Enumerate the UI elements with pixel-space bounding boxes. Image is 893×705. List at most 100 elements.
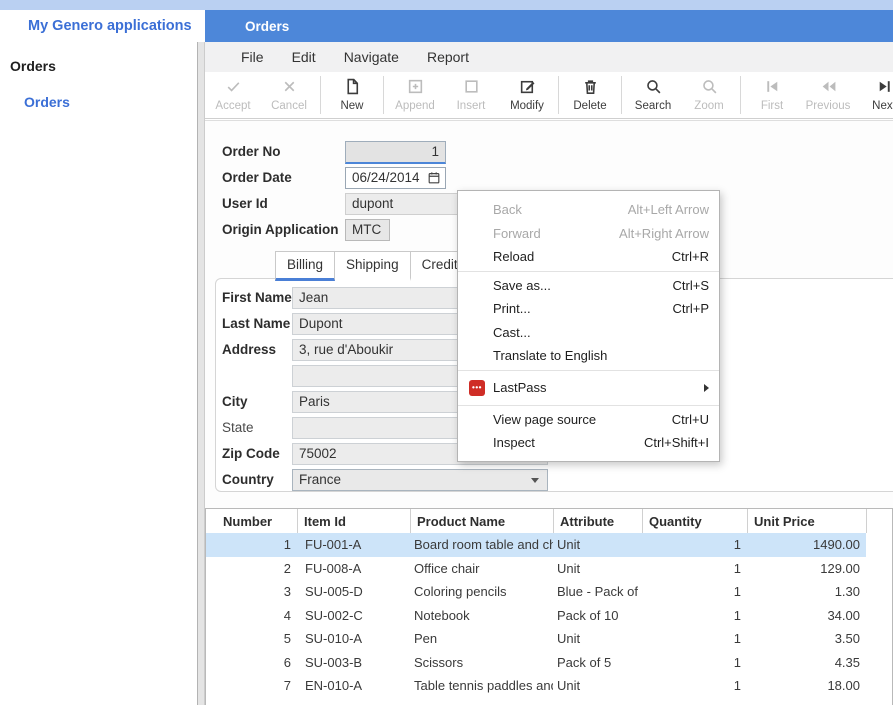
table-row[interactable]: 6SU-003-BScissorsPack of 514.35 xyxy=(206,651,866,675)
table-row[interactable]: 1FU-001-ABoard room table and chUnit1149… xyxy=(206,533,866,557)
last-name-label: Last Name xyxy=(222,313,290,335)
country-value: France xyxy=(299,470,531,490)
tab-billing[interactable]: Billing xyxy=(275,251,335,281)
context-menu-item-view-page-source[interactable]: View page sourceCtrl+U xyxy=(458,408,719,432)
toolbar-button-label: New xyxy=(340,100,363,112)
search-magnifier-icon xyxy=(645,78,662,98)
append-button: Append xyxy=(387,78,443,112)
column-header-quantity[interactable]: Quantity xyxy=(642,509,747,533)
column-header-unit-price[interactable]: Unit Price xyxy=(747,509,866,533)
delete-button[interactable]: Delete xyxy=(562,78,618,112)
xmark-icon xyxy=(281,78,298,98)
new-button[interactable]: New xyxy=(324,78,380,112)
menu-item-shortcut: Ctrl+S xyxy=(673,278,709,293)
cell-product-name: Coloring pencils xyxy=(410,584,553,599)
toolbar-separator xyxy=(320,76,321,114)
sidebar-splitter[interactable] xyxy=(197,42,205,705)
cell-number: 6 xyxy=(206,655,297,670)
previous-button: Previous xyxy=(800,78,856,112)
menu-item-shortcut: Ctrl+U xyxy=(672,412,709,427)
toolbar-separator xyxy=(740,76,741,114)
app-screen: My Genero applications Orders Orders Ord… xyxy=(0,0,893,705)
table-header: NumberItem IdProduct NameAttributeQuanti… xyxy=(206,509,892,533)
context-menu-item-save-as[interactable]: Save as...Ctrl+S xyxy=(458,274,719,298)
next-record-icon xyxy=(876,78,893,98)
address-label: Address xyxy=(222,339,276,361)
context-menu-item-back: BackAlt+Left Arrow xyxy=(458,198,719,222)
append-plus-icon xyxy=(407,78,424,98)
cell-number: 3 xyxy=(206,584,297,599)
column-header-number[interactable]: Number xyxy=(206,509,297,533)
next-button[interactable]: Next xyxy=(856,78,893,112)
modify-pencil-icon xyxy=(519,78,536,98)
toolbar: AcceptCancelNewAppendInsertModifyDeleteS… xyxy=(205,72,893,119)
menu-file[interactable]: File xyxy=(241,49,264,65)
column-header-filler xyxy=(866,509,892,533)
window-tabbar: Orders xyxy=(205,10,893,42)
menu-item-label: Print... xyxy=(493,301,673,316)
context-menu-item-cast[interactable]: Cast... xyxy=(458,321,719,345)
first-button: First xyxy=(744,78,800,112)
column-header-attribute[interactable]: Attribute xyxy=(553,509,642,533)
tab-orders-window[interactable]: Orders xyxy=(205,10,893,42)
cell-item-id: FU-008-A xyxy=(297,561,410,576)
column-header-item-id[interactable]: Item Id xyxy=(297,509,410,533)
menu-item-label: LastPass xyxy=(493,380,698,395)
context-menu-item-translate-to-english[interactable]: Translate to English xyxy=(458,344,719,368)
cell-item-id: EN-010-A xyxy=(297,678,410,693)
delete-trash-icon xyxy=(582,78,599,98)
tab-shipping[interactable]: Shipping xyxy=(335,251,411,281)
city-label: City xyxy=(222,391,248,413)
search-button[interactable]: Search xyxy=(625,78,681,112)
menu-edit[interactable]: Edit xyxy=(292,49,316,65)
cell-attribute: Pack of 5 xyxy=(553,655,642,670)
toolbar-button-label: Next xyxy=(872,100,893,112)
country-select[interactable]: France xyxy=(292,469,548,491)
cell-number: 5 xyxy=(206,631,297,646)
table-row[interactable]: 5SU-010-APenUnit13.50 xyxy=(206,627,866,651)
cell-attribute: Unit xyxy=(553,678,642,693)
menu-separator xyxy=(458,405,719,406)
column-header-product-name[interactable]: Product Name xyxy=(410,509,553,533)
context-menu: BackAlt+Left ArrowForwardAlt+Right Arrow… xyxy=(457,190,720,462)
cell-number: 4 xyxy=(206,608,297,623)
menu-item-shortcut: Ctrl+P xyxy=(673,301,709,316)
toolbar-button-label: Accept xyxy=(215,100,250,112)
modify-button[interactable]: Modify xyxy=(499,78,555,112)
cell-item-id: FU-001-A xyxy=(297,537,410,552)
menu-item-gutter: ••• xyxy=(469,380,493,396)
context-menu-item-print[interactable]: Print...Ctrl+P xyxy=(458,297,719,321)
cell-attribute: Pack of 10 xyxy=(553,608,642,623)
table-row[interactable]: 3SU-005-DColoring pencilsBlue - Pack of … xyxy=(206,580,866,604)
calendar-icon[interactable] xyxy=(427,171,441,189)
sidebar-group-orders: Orders xyxy=(10,58,197,74)
top-accent-strip xyxy=(0,0,893,10)
toolbar-button-label: Delete xyxy=(573,100,606,112)
order-no-field[interactable]: 1 xyxy=(345,141,446,164)
table-row[interactable]: 2FU-008-AOffice chairUnit1129.00 xyxy=(206,557,866,581)
cell-quantity: 1 xyxy=(642,655,747,670)
menu-report[interactable]: Report xyxy=(427,49,469,65)
table-row[interactable]: 7EN-010-ATable tennis paddles andUnit118… xyxy=(206,674,866,698)
order-date-field[interactable]: 06/24/2014 xyxy=(345,167,446,189)
sidebar-header[interactable]: My Genero applications xyxy=(0,10,205,42)
zip-code-label: Zip Code xyxy=(222,443,280,465)
cell-attribute: Unit xyxy=(553,537,642,552)
sidebar-item-orders[interactable]: Orders xyxy=(24,94,197,110)
context-menu-item-inspect[interactable]: InspectCtrl+Shift+I xyxy=(458,431,719,455)
cell-unit-price: 1490.00 xyxy=(747,537,866,552)
cell-quantity: 1 xyxy=(642,631,747,646)
first-name-label: First Name xyxy=(222,287,292,309)
context-menu-item-reload[interactable]: ReloadCtrl+R xyxy=(458,245,719,269)
toolbar-separator xyxy=(621,76,622,114)
submenu-arrow-icon xyxy=(704,384,709,392)
cell-quantity: 1 xyxy=(642,537,747,552)
menu-navigate[interactable]: Navigate xyxy=(344,49,399,65)
table-row[interactable]: 4SU-002-CNotebookPack of 10134.00 xyxy=(206,604,866,628)
accept-button: Accept xyxy=(205,78,261,112)
cell-item-id: SU-002-C xyxy=(297,608,410,623)
context-menu-item-lastpass[interactable]: •••LastPass xyxy=(458,373,719,403)
origin-application-field[interactable]: MTC xyxy=(345,219,390,241)
menu-item-label: View page source xyxy=(493,412,672,427)
cell-product-name: Scissors xyxy=(410,655,553,670)
